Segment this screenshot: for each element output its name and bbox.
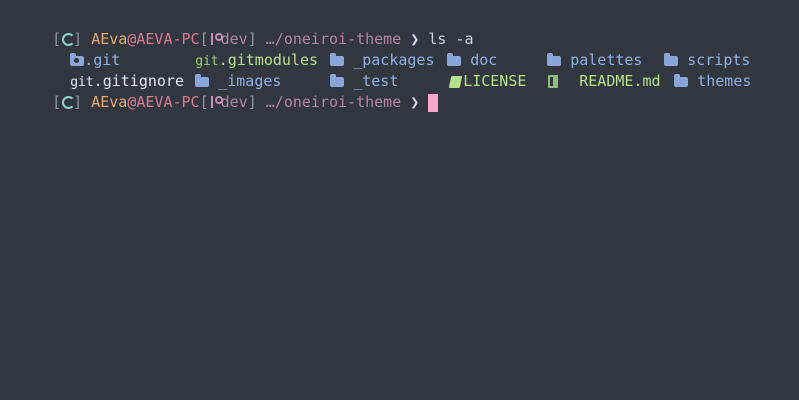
prompt-user: AEva (91, 93, 128, 111)
prompt-arrow: ❯ (410, 93, 420, 111)
prompt-at: @ (127, 93, 137, 111)
folder-icon (674, 71, 689, 92)
git-branch-icon (209, 95, 223, 109)
prompt-line-1: [] AEva@AEVA-PC[dev] …/oneiroi-theme ❯ l… (16, 8, 473, 48)
terminal-window[interactable]: [] AEva@AEVA-PC[dev] …/oneiroi-theme ❯ l… (0, 0, 799, 400)
ls-output-row-1: .git git.gitmodules _packages doc palett… (16, 29, 776, 69)
ls-output-row-2: git.gitignore _images _test LICENSE READ… (16, 50, 776, 90)
prompt-branch: dev (220, 93, 248, 111)
prompt-path: …/oneiroi-theme (265, 93, 402, 111)
prompt-line-2[interactable]: [] AEva@AEVA-PC[dev] …/oneiroi-theme ❯ (16, 71, 439, 112)
file-name: themes (697, 72, 752, 90)
license-book-icon (448, 71, 463, 92)
text-cursor[interactable] (428, 94, 439, 112)
prompt-host: AEVA-PC (136, 93, 200, 111)
markdown-icon (547, 71, 561, 92)
branch-close-bracket: ] (247, 93, 257, 111)
prompt-open-bracket: [ (52, 93, 62, 111)
branch-open-bracket: [ (199, 93, 209, 111)
list-item: themes (620, 50, 751, 113)
debian-icon (61, 95, 76, 109)
